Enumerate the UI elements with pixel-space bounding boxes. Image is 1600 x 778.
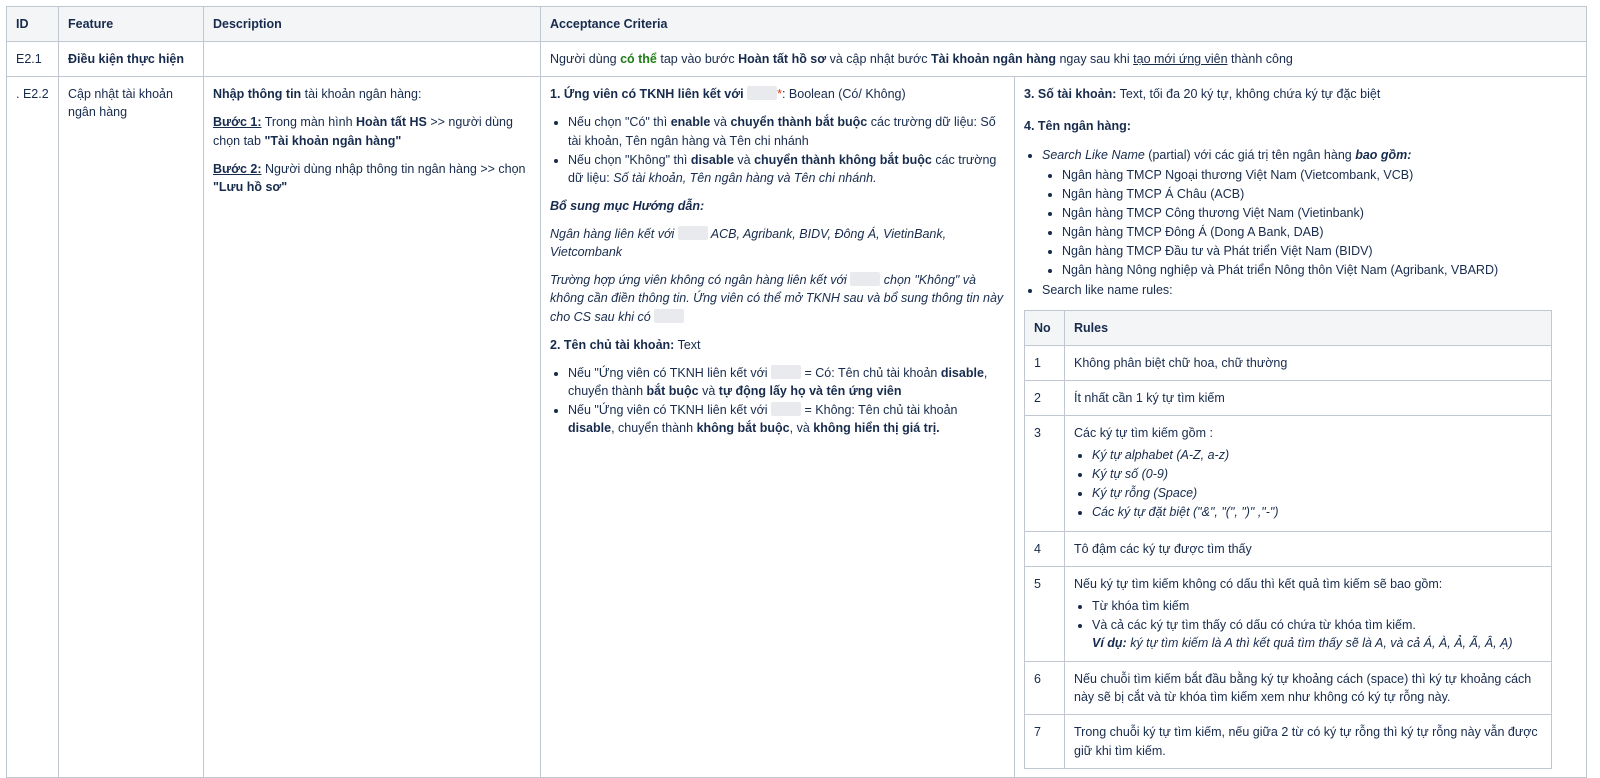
guide-line-1: Ngân hàng liên kết với ACB, Agribank, BI… <box>550 226 947 260</box>
redacted-mark <box>771 364 802 379</box>
field-3-heading: 3. Số tài khoản: Text, tối đa 20 ký tự, … <box>1024 87 1381 102</box>
redacted-mark <box>850 272 881 287</box>
rules-header-row: No Rules <box>1024 309 1552 346</box>
header-id: ID <box>6 5 59 43</box>
list-item: Ngân hàng TMCP Đông Á (Dong A Bank, DAB) <box>1062 223 1577 241</box>
row1-id: E2.1 <box>6 41 59 78</box>
row2-feature: Cập nhật tài khoản ngân hàng <box>58 76 204 778</box>
list-item: Ký tự rỗng (Space) <box>1092 484 1542 502</box>
spec-table: ID Feature Description Acceptance Criter… <box>6 5 1588 778</box>
row1-description <box>203 41 541 78</box>
bank-rules: Search Like Name (partial) với các giá t… <box>1024 146 1577 300</box>
row2-id: . E2.2 <box>6 76 59 778</box>
table-row-e22: . E2.2 Cập nhật tài khoản ngân hàng Nhập… <box>6 76 1588 778</box>
header-description: Description <box>203 5 541 43</box>
redacted-mark <box>654 308 685 323</box>
list-item: Từ khóa tìm kiếm <box>1092 597 1542 615</box>
list-item: Ký tự alphabet (A-Z, a-z) <box>1092 446 1542 464</box>
table-row: 4 Tô đậm các ký tự được tìm thấy <box>1024 530 1552 567</box>
list-item: Và cả các ký tự tìm thấy có dấu có chứa … <box>1092 616 1542 652</box>
bank-list: Ngân hàng TMCP Ngoại thương Việt Nam (Vi… <box>1042 166 1577 280</box>
field-4-heading: 4. Tên ngân hàng: <box>1024 119 1131 134</box>
field-2-heading: 2. Tên chủ tài khoản: Text <box>550 337 701 352</box>
redacted-mark <box>677 226 708 240</box>
redacted-mark <box>771 402 802 416</box>
list-item: Ngân hàng Nông nghiệp và Phát triển Nông… <box>1062 261 1577 279</box>
table-row: 2 Ít nhất cần 1 ký tự tìm kiếm <box>1024 379 1552 416</box>
list-item: Ngân hàng TMCP Công thương Việt Nam (Vie… <box>1062 204 1577 222</box>
row2-description: Nhập thông tin tài khoản ngân hàng: Bước… <box>203 76 541 778</box>
list-item: Ngân hàng TMCP Á Châu (ACB) <box>1062 185 1577 203</box>
table-row: 1 Không phân biệt chữ hoa, chữ thường <box>1024 344 1552 381</box>
table-row: 6 Nếu chuỗi tìm kiếm bắt đầu bằng ký tự k… <box>1024 661 1552 716</box>
table-row: 5 Nếu ký tự tìm kiếm không có dấu thì kết… <box>1024 565 1552 663</box>
row1-feature: Điều kiện thực hiện <box>58 41 204 78</box>
rules-table: No Rules 1 Không phân biệt chữ hoa, chữ th… <box>1024 309 1552 769</box>
guide-title: Bổ sung mục Hướng dẫn: <box>550 198 705 213</box>
table-row: 3Các ký tự tìm kiếm gồm : Ký tự alphabet… <box>1024 414 1552 532</box>
list-item: Ngân hàng TMCP Ngoại thương Việt Nam (Vi… <box>1062 166 1577 184</box>
row2-acceptance-left: 1. Ứng viên có TKNH liên kết với *: Bool… <box>540 76 1015 778</box>
table-row: 7 Trong chuỗi ký tự tìm kiếm, nếu giữa 2 … <box>1024 714 1552 769</box>
field-2-rules: Nếu "Ứng viên có TKNH liên kết với = Có:… <box>550 364 1005 438</box>
list-item: Các ký tự đặt biệt ("&", "(", ")" ,"-") <box>1092 503 1542 521</box>
header-feature: Feature <box>58 5 204 43</box>
list-item: Ký tự số (0-9) <box>1092 465 1542 483</box>
row1-acceptance: Người dùng có thể tap vào bước Hoàn tất … <box>539 41 1588 78</box>
table-row-e21: E2.1 Điều kiện thực hiện Người dùng có t… <box>6 41 1588 78</box>
create-candidate-link[interactable]: tạo mới ứng viên <box>1133 52 1227 66</box>
header-row: ID Feature Description Acceptance Criter… <box>6 5 1588 43</box>
list-item: Ngân hàng TMCP Đầu tư và Phát triển Việt… <box>1062 242 1577 260</box>
field-1-heading: 1. Ứng viên có TKNH liên kết với *: Bool… <box>550 86 906 102</box>
field-1-rules: Nếu chọn "Có" thì enable và chuyển thành… <box>550 113 1005 187</box>
header-acceptance: Acceptance Criteria <box>539 5 1588 43</box>
redacted-mark <box>747 86 778 101</box>
row2-acceptance-right: 3. Số tài khoản: Text, tối đa 20 ký tự, … <box>1013 76 1588 778</box>
guide-line-2: Trường hợp ứng viên không có ngân hàng l… <box>550 272 1004 324</box>
